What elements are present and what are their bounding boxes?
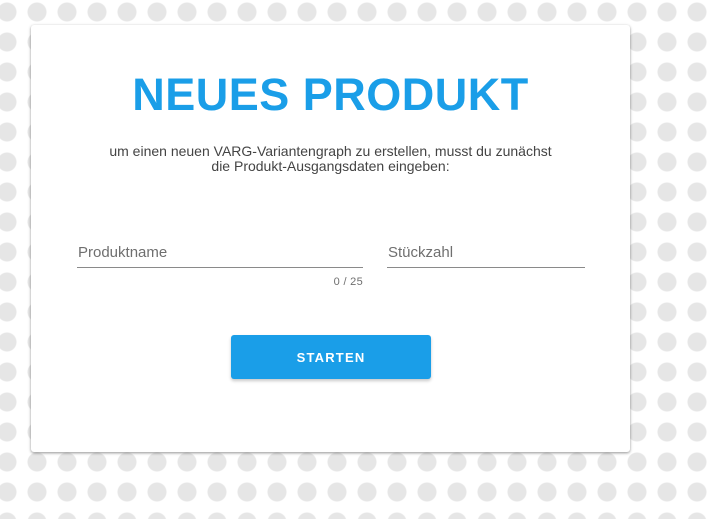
- page-title: NEUES PRODUKT: [132, 69, 529, 120]
- instruction-line-1: um einen neuen VARG-Variantengraph zu er…: [109, 143, 552, 159]
- character-counter: 0 / 25: [333, 276, 363, 288]
- quantity-field: [387, 230, 585, 270]
- product-name-input[interactable]: [77, 238, 363, 268]
- product-name-field: 0 / 25: [77, 230, 363, 288]
- instruction-text: um einen neuen VARG-Variantengraph zu er…: [71, 144, 590, 174]
- instruction-line-2: die Produkt-Ausgangsdaten eingeben:: [211, 158, 450, 174]
- new-product-card: NEUES PRODUKT um einen neuen VARG-Varian…: [31, 25, 630, 452]
- start-button[interactable]: STARTEN: [231, 335, 431, 379]
- quantity-input[interactable]: [387, 238, 585, 268]
